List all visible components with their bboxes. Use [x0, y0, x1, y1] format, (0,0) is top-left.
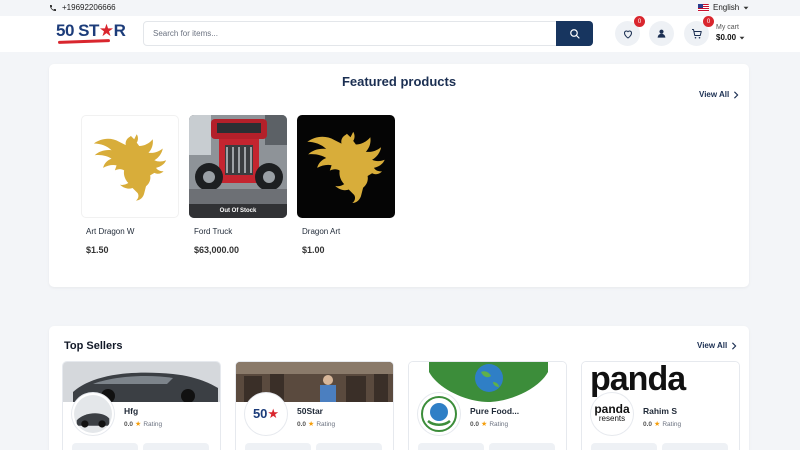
chevron-right-icon	[734, 90, 739, 99]
logo-text-end: R	[113, 21, 126, 40]
seller-card[interactable]: Pure Food... 0.0 ★ Rating	[408, 361, 567, 450]
star-icon: ★	[654, 421, 661, 428]
top-bar: +19692206666 English	[0, 0, 800, 16]
seller-avatar	[418, 393, 460, 435]
product-image[interactable]	[81, 115, 179, 218]
seller-stat-pill	[245, 443, 311, 450]
product-price: $63,000.00	[194, 245, 240, 255]
out-of-stock-label: Out Of Stock	[189, 204, 287, 218]
cart-button[interactable]: 0	[684, 16, 714, 46]
cart-summary[interactable]: My cart $0.00	[716, 23, 745, 43]
rating-value: 0.0	[297, 420, 307, 428]
product-name[interactable]: Dragon Art	[302, 227, 395, 236]
seller-stat-pill	[72, 443, 138, 450]
cart-icon	[691, 28, 702, 39]
product-name[interactable]: Art Dragon W	[86, 227, 179, 236]
top-sellers-section: Top Sellers View All Hfg 0.0 ★ Rating 50…	[49, 326, 749, 450]
product-price: $1.50	[86, 245, 109, 255]
rating-value: 0.0	[643, 420, 653, 428]
seller-name[interactable]: Rahim S	[643, 406, 677, 416]
cart-label: My cart	[716, 24, 739, 31]
seller-stat-pill	[316, 443, 382, 450]
caret-down-icon	[739, 36, 745, 40]
seller-logo-text: 50★	[252, 406, 280, 421]
seller-card[interactable]: 50★ 50Star 0.0 ★ Rating	[235, 361, 394, 450]
seller-avatar: 50★	[245, 393, 287, 435]
star-icon: ★	[308, 421, 315, 428]
rating-label: Rating	[316, 420, 336, 428]
product-image[interactable]: Out Of Stock	[189, 115, 287, 218]
rating-label: Rating	[489, 420, 509, 428]
featured-products-section: Featured products View All Art Dragon W …	[49, 64, 749, 287]
dragon-image	[93, 133, 167, 201]
rating-value: 0.0	[470, 420, 480, 428]
featured-view-all-link[interactable]: View All	[699, 90, 739, 99]
star-icon: ★	[481, 421, 488, 428]
seller-stat-pill	[418, 443, 484, 450]
flag-us-icon	[698, 3, 709, 12]
caret-down-icon	[743, 6, 749, 9]
cart-amount: $0.00	[716, 33, 737, 42]
search-button[interactable]	[556, 21, 593, 46]
search-bar	[143, 21, 593, 46]
logo-swoosh	[57, 39, 111, 44]
seller-stat-pill	[489, 443, 555, 450]
wishlist-count-badge: 0	[634, 16, 645, 27]
product-image[interactable]	[297, 115, 395, 218]
logo-text: 50 ST	[56, 21, 99, 40]
avatar-logo-text: panda	[594, 402, 630, 416]
phone-contact[interactable]: +19692206666	[49, 3, 116, 12]
seller-avatar	[72, 393, 114, 435]
avatar-logo-sub: resents	[598, 414, 626, 423]
user-icon	[657, 29, 666, 38]
phone-number: +19692206666	[62, 3, 116, 12]
product-card[interactable]: Art Dragon W $1.50	[81, 115, 179, 255]
featured-title: Featured products	[341, 74, 457, 89]
wishlist-button[interactable]: 0	[615, 16, 645, 46]
product-card[interactable]: Dragon Art $1.00	[297, 115, 395, 255]
seller-name[interactable]: 50Star	[297, 406, 323, 416]
view-all-label: View All	[699, 90, 730, 99]
seller-stat-pill	[591, 443, 657, 450]
seller-rating: 0.0 ★ Rating	[643, 420, 682, 429]
cart-amount-row: $0.00	[716, 33, 745, 43]
star-icon: ★	[135, 421, 142, 428]
seller-rating: 0.0 ★ Rating	[470, 420, 509, 429]
seller-rating: 0.0 ★ Rating	[124, 420, 163, 429]
header: 50 ST★R 0 0 My cart $0.00	[0, 16, 800, 52]
language-label: English	[713, 3, 740, 12]
seller-rating: 0.0 ★ Rating	[297, 420, 336, 429]
logo[interactable]: 50 ST★R	[56, 21, 126, 44]
rating-label: Rating	[662, 420, 682, 428]
sellers-view-all-link[interactable]: View All	[697, 341, 737, 350]
seller-name[interactable]: Hfg	[124, 406, 138, 416]
seller-stat-pill	[143, 443, 209, 450]
seller-avatar: panda resents	[591, 393, 633, 435]
rating-value: 0.0	[124, 420, 134, 428]
search-input[interactable]	[153, 29, 553, 38]
product-card[interactable]: Out Of Stock Ford Truck $63,000.00	[189, 115, 287, 255]
product-name[interactable]: Ford Truck	[194, 227, 287, 236]
cart-count-badge: 0	[703, 16, 714, 27]
seller-stat-pill	[662, 443, 728, 450]
phone-icon	[50, 4, 56, 11]
top-sellers-title: Top Sellers	[64, 340, 123, 352]
dragon-image	[307, 131, 385, 203]
heart-icon	[623, 30, 632, 39]
rating-label: Rating	[143, 420, 163, 428]
seller-card[interactable]: panda panda resents Rahim S 0.0 ★ Rating	[581, 361, 740, 450]
language-selector[interactable]: English	[698, 3, 749, 12]
product-price: $1.00	[302, 245, 325, 255]
seller-name[interactable]: Pure Food...	[470, 406, 519, 416]
logo-star: ★	[98, 21, 114, 40]
view-all-label: View All	[697, 341, 728, 350]
search-icon	[569, 28, 580, 39]
truck-image	[189, 115, 287, 218]
account-button[interactable]	[649, 21, 674, 46]
chevron-right-icon	[732, 341, 737, 350]
seller-card[interactable]: Hfg 0.0 ★ Rating	[62, 361, 221, 450]
